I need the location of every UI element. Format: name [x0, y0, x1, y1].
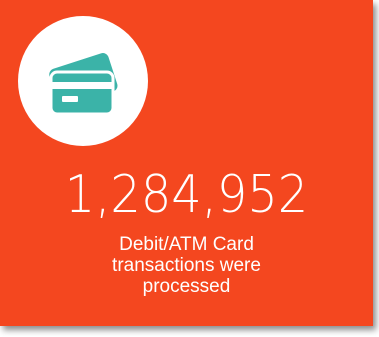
credit-card-icon — [49, 53, 118, 116]
transaction-count: 1,284,952 — [64, 165, 309, 225]
caption-line: processed — [142, 276, 231, 297]
caption-line: transactions were — [112, 255, 261, 276]
stat-caption: Debit/ATM Card transactions were process… — [0, 234, 373, 297]
stat-tile: 1,284,952 Debit/ATM Card transactions we… — [0, 0, 373, 326]
icon-badge — [18, 16, 148, 146]
caption-line: Debit/ATM Card — [119, 234, 254, 255]
